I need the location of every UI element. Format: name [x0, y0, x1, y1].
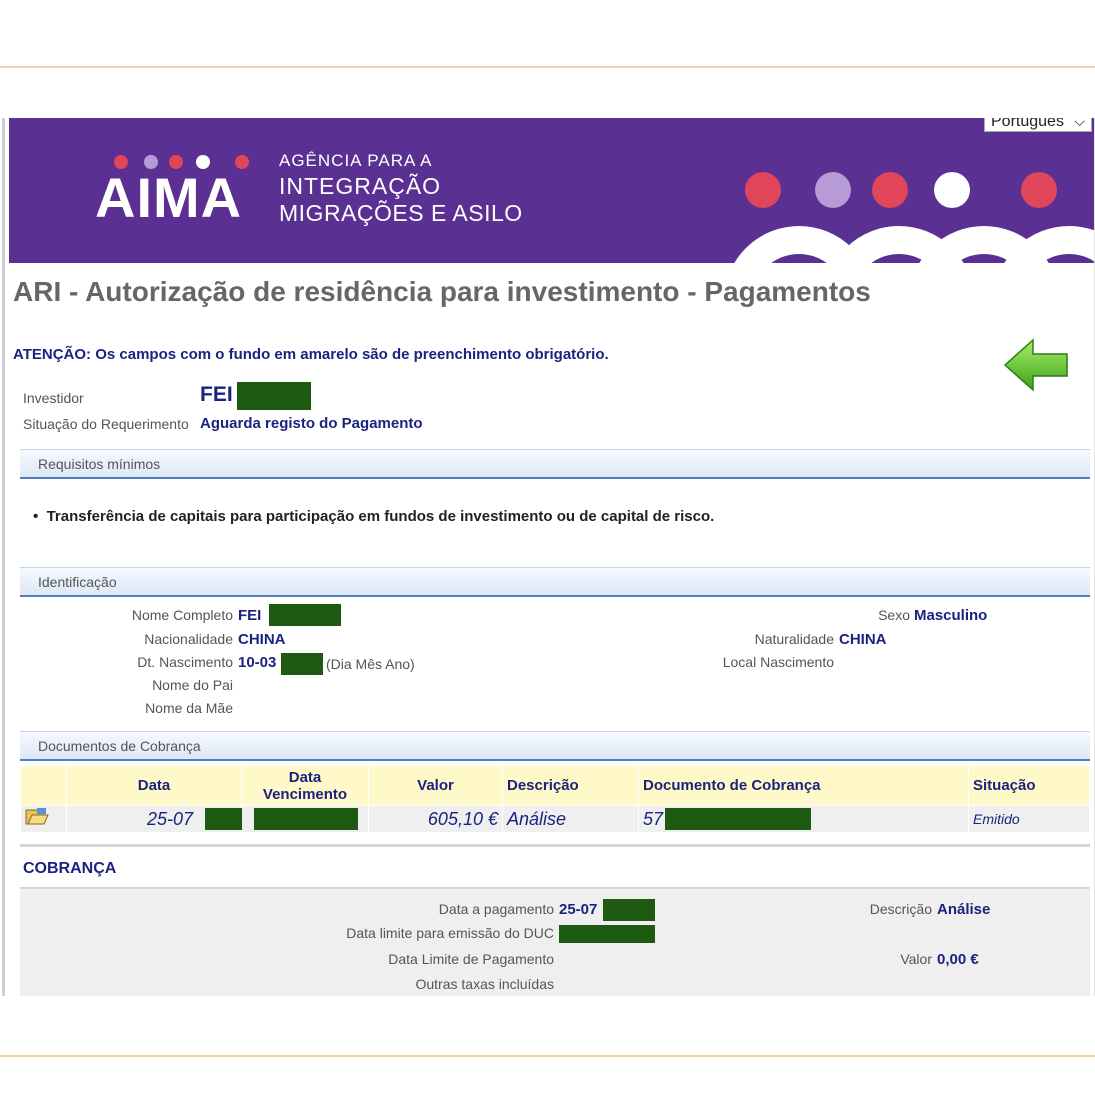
- language-value: Português: [991, 118, 1064, 130]
- payment-limit-label: Data Limite de Pagamento: [388, 951, 554, 967]
- section-identificacao-title: Identificação: [38, 574, 117, 590]
- banner-dot-2: [815, 172, 851, 208]
- redacted-block: [559, 925, 655, 943]
- table-cell-due-date: [241, 805, 369, 833]
- sex-label: Sexo: [878, 607, 910, 623]
- section-documentos-title: Documentos de Cobrança: [38, 738, 201, 754]
- cobranca-description-label: Descrição: [869, 901, 932, 917]
- bottom-divider: [0, 1055, 1095, 1057]
- status-label: Situação do Requerimento: [23, 416, 189, 432]
- naturality-label: Naturalidade: [754, 631, 834, 647]
- agency-line-1: AGÊNCIA PARA A: [279, 151, 433, 170]
- chevron-down-icon: ⌵: [1074, 118, 1085, 129]
- redacted-block: [254, 808, 358, 830]
- table-header-value: Valor: [368, 765, 503, 806]
- cobranca-panel: COBRANÇA Data a pagamento 25-07 Data lim…: [20, 844, 1090, 996]
- status-value: Aguarda registo do Pagamento: [200, 415, 423, 432]
- language-select[interactable]: Português ⌵: [984, 118, 1092, 132]
- attention-notice: ATENÇÃO: Os campos com o fundo em amarel…: [13, 346, 609, 363]
- cobranca-header: COBRANÇA: [20, 847, 1090, 889]
- father-name-label: Nome do Pai: [152, 677, 233, 693]
- page-title: ARI - Autorização de residência para inv…: [13, 276, 871, 307]
- browser-frame: Português ⌵ AIMA AGÊNCIA PARA A INTEGRAÇ…: [2, 118, 1095, 996]
- birthplace-label: Local Nascimento: [722, 654, 834, 670]
- table-header-date: Data: [66, 765, 242, 806]
- payment-date-value: 25-07: [559, 901, 598, 918]
- banner-dot-3: [872, 172, 908, 208]
- row-document-value: 57: [643, 808, 664, 829]
- aima-banner: Português ⌵ AIMA AGÊNCIA PARA A INTEGRAÇ…: [9, 118, 1094, 263]
- redacted-block: [237, 382, 311, 410]
- table-cell-icon[interactable]: [20, 805, 67, 833]
- aima-logo: AIMA: [95, 166, 243, 229]
- redacted-block: [269, 604, 341, 626]
- birth-date-value: 10-03: [238, 654, 277, 671]
- table-cell-description: Análise: [502, 805, 639, 833]
- birth-date-label: Dt. Nascimento: [137, 654, 233, 670]
- other-fees-label: Outras taxas incluídas: [415, 976, 554, 992]
- table-cell-document: 57: [638, 805, 969, 833]
- banner-dot-4: [934, 172, 970, 208]
- investor-label: Investidor: [23, 390, 84, 406]
- table-cell-status: Emitido: [968, 805, 1090, 833]
- requirement-text: Transferência de capitais para participa…: [46, 508, 715, 525]
- redacted-block: [281, 653, 323, 675]
- table-header-row: Data Data Vencimento Valor Descrição Doc…: [20, 765, 1090, 806]
- table-cell-date: 25-07: [66, 805, 252, 833]
- table-header-document: Documento de Cobrança: [638, 765, 969, 806]
- cobranca-value-amount: 0,00 €: [937, 951, 979, 968]
- section-requisitos: Requisitos mínimos: [20, 449, 1090, 479]
- sex-value: Masculino: [914, 607, 988, 624]
- table-header-status: Situação: [968, 765, 1090, 806]
- investor-value: FEI: [200, 383, 233, 406]
- full-name-value: FEI: [238, 607, 262, 624]
- redacted-block: [603, 899, 655, 921]
- table-header-description: Descrição: [502, 765, 639, 806]
- billing-documents-table: Data Data Vencimento Valor Descrição Doc…: [20, 765, 1090, 833]
- payment-date-label: Data a pagamento: [438, 901, 554, 917]
- duc-limit-label: Data limite para emissão do DUC: [346, 925, 554, 941]
- table-header-due-date: Data Vencimento: [241, 765, 369, 806]
- cobranca-title: COBRANÇA: [23, 860, 117, 877]
- nationality-label: Nacionalidade: [144, 631, 233, 647]
- agency-line-2: INTEGRAÇÃO: [279, 173, 442, 199]
- back-arrow-icon[interactable]: [1001, 336, 1073, 394]
- banner-dot-1: [745, 172, 781, 208]
- table-row[interactable]: 25-07 605,10 € Análise 57 Emitido: [20, 805, 1090, 833]
- top-divider: [0, 66, 1095, 68]
- cobranca-value-label: Valor: [900, 951, 932, 967]
- birth-date-hint: (Dia Mês Ano): [326, 656, 415, 672]
- redacted-block: [665, 808, 811, 830]
- row-date-value: 25-07: [147, 808, 194, 829]
- agency-line-3: MIGRAÇÕES E ASILO: [279, 200, 523, 226]
- banner-dot-5: [1021, 172, 1057, 208]
- mother-name-label: Nome da Mãe: [145, 700, 233, 716]
- full-name-label: Nome Completo: [131, 607, 233, 623]
- table-cell-value: 605,10 €: [368, 805, 503, 833]
- section-documentos: Documentos de Cobrança: [20, 731, 1090, 761]
- table-header-icon: [20, 765, 67, 806]
- section-identificacao: Identificação: [20, 567, 1090, 597]
- nationality-value: CHINA: [238, 631, 286, 648]
- requirement-item: • Transferência de capitais para partici…: [33, 508, 715, 525]
- section-requisitos-title: Requisitos mínimos: [38, 456, 161, 472]
- cobranca-description-value: Análise: [937, 901, 991, 918]
- folder-open-icon[interactable]: [25, 807, 49, 827]
- naturality-value: CHINA: [839, 631, 887, 648]
